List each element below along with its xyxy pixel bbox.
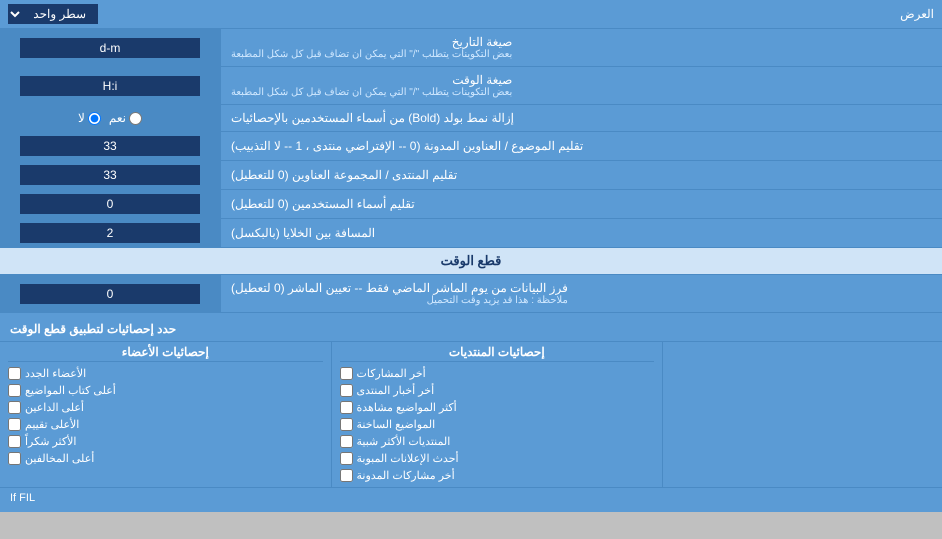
realtime-title: فرز البيانات من يوم الماشر الماضي فقط --… — [231, 281, 568, 295]
display-select[interactable]: سطر واحد سطرين ثلاثة أسطر — [8, 4, 98, 24]
date-format-input-wrapper[interactable]: d-m — [0, 29, 220, 66]
trim-usernames-input-wrapper[interactable]: 0 — [0, 190, 220, 218]
realtime-label: فرز البيانات من يوم الماشر الماضي فقط --… — [220, 275, 942, 312]
middle-col-header: إحصائيات المنتديات — [340, 345, 655, 362]
cb-classified-ads-input[interactable] — [340, 452, 353, 465]
realtime-row: فرز البيانات من يوم الماشر الماضي فقط --… — [0, 275, 942, 313]
realtime-note: ملاحظة : هذا قد يزيد وقت التحميل — [231, 295, 568, 306]
section-label: العرض — [900, 7, 934, 21]
trim-subject-input-wrapper[interactable]: 33 — [0, 132, 220, 160]
cb-blog-posts-label: أخر مشاركات المدونة — [357, 469, 455, 482]
cb-top-rated-label: الأعلى تقييم — [25, 418, 79, 431]
cb-most-thanked-label: الأكثر شكراً — [25, 435, 76, 448]
checkboxes-area: حدد إحصائيات لتطبيق قطع الوقت إحصائيات ا… — [0, 313, 942, 512]
realtime-input-wrapper[interactable]: 0 — [0, 275, 220, 312]
realtime-input[interactable]: 0 — [20, 284, 200, 304]
checkboxes-col-right — [662, 342, 942, 487]
trim-usernames-label: تقليم أسماء المستخدمين (0 للتعطيل) — [220, 190, 942, 218]
time-format-label: صيغة الوقت بعض التكوينات يتطلب "/" التي … — [220, 67, 942, 104]
date-format-label: صيغة التاريخ بعض التكوينات يتطلب "/" الت… — [220, 29, 942, 66]
cb-similar-forums[interactable]: المنتديات الأكثر شبية — [340, 433, 655, 450]
cb-top-inviters[interactable]: أعلى الداعين — [8, 399, 323, 416]
time-format-title: صيغة الوقت — [231, 73, 512, 87]
trim-forum-input[interactable]: 33 — [20, 165, 200, 185]
cb-top-inviters-input[interactable] — [8, 401, 21, 414]
date-format-input[interactable]: d-m — [20, 38, 200, 58]
checkboxes-col-left: إحصائيات الأعضاء الأعضاء الجدد أعلى كتاب… — [0, 342, 331, 487]
cb-classified-ads[interactable]: أحدث الإعلانات المبوبة — [340, 450, 655, 467]
cb-hot-topics-input[interactable] — [340, 418, 353, 431]
cb-top-rated[interactable]: الأعلى تقييم — [8, 416, 323, 433]
cb-last-news-label: أخر أخبار المنتدى — [357, 384, 435, 397]
cb-last-posts-label: أخر المشاركات — [357, 367, 426, 380]
trim-forum-label: تقليم المنتدى / المجموعة العناوين (0 للت… — [220, 161, 942, 189]
cb-most-viewed-label: أكثر المواضيع مشاهدة — [357, 401, 457, 414]
date-format-hint: بعض التكوينات يتطلب "/" التي يمكن ان تضا… — [231, 49, 512, 60]
cb-similar-forums-label: المنتديات الأكثر شبية — [357, 435, 451, 448]
cb-top-violators-input[interactable] — [8, 452, 21, 465]
cb-top-posters[interactable]: أعلى كتاب المواضيع — [8, 382, 323, 399]
checkboxes-row: إحصائيات المنتديات أخر المشاركات أخر أخب… — [0, 342, 942, 488]
cell-spacing-input-wrapper[interactable]: 2 — [0, 219, 220, 247]
realtime-section-header: قطع الوقت — [0, 248, 942, 275]
cell-spacing-input[interactable]: 2 — [20, 223, 200, 243]
checkboxes-col-middle: إحصائيات المنتديات أخر المشاركات أخر أخب… — [331, 342, 663, 487]
time-format-row: صيغة الوقت بعض التكوينات يتطلب "/" التي … — [0, 67, 942, 105]
bold-radio-wrapper[interactable]: نعم لا — [0, 105, 220, 131]
cb-hot-topics-label: المواضيع الساخنة — [357, 418, 436, 431]
cb-blog-posts-input[interactable] — [340, 469, 353, 482]
left-col-header: إحصائيات الأعضاء — [8, 345, 323, 362]
cb-top-violators-label: أعلى المخالفين — [25, 452, 94, 465]
trim-forum-row: تقليم المنتدى / المجموعة العناوين (0 للت… — [0, 161, 942, 190]
cb-most-viewed-input[interactable] — [340, 401, 353, 414]
time-format-input[interactable]: H:i — [20, 76, 200, 96]
trim-forum-input-wrapper[interactable]: 33 — [0, 161, 220, 189]
cb-last-news-input[interactable] — [340, 384, 353, 397]
cell-spacing-row: المسافة بين الخلايا (بالبكسل) 2 — [0, 219, 942, 248]
trim-usernames-row: تقليم أسماء المستخدمين (0 للتعطيل) 0 — [0, 190, 942, 219]
cb-top-posters-label: أعلى كتاب المواضيع — [25, 384, 116, 397]
cb-top-violators[interactable]: أعلى المخالفين — [8, 450, 323, 467]
cb-new-members-label: الأعضاء الجدد — [25, 367, 86, 380]
time-format-input-wrapper[interactable]: H:i — [0, 67, 220, 104]
trim-usernames-input[interactable]: 0 — [20, 194, 200, 214]
cb-most-thanked[interactable]: الأكثر شكراً — [8, 433, 323, 450]
bold-label: إزالة نمط بولد (Bold) من أسماء المستخدمي… — [220, 105, 942, 131]
trim-subject-row: تقليم الموضوع / العناوين المدونة (0 -- ا… — [0, 132, 942, 161]
top-row: العرض سطر واحد سطرين ثلاثة أسطر — [0, 0, 942, 29]
cb-last-news[interactable]: أخر أخبار المنتدى — [340, 382, 655, 399]
display-select-wrapper[interactable]: سطر واحد سطرين ثلاثة أسطر — [8, 4, 98, 24]
apply-label: حدد إحصائيات لتطبيق قطع الوقت — [10, 322, 176, 336]
date-format-title: صيغة التاريخ — [231, 35, 512, 49]
radio-yes-label[interactable]: نعم — [109, 111, 142, 125]
radio-no-label[interactable]: لا — [78, 111, 101, 125]
cb-last-posts-input[interactable] — [340, 367, 353, 380]
radio-no[interactable] — [88, 112, 101, 125]
cb-new-members[interactable]: الأعضاء الجدد — [8, 365, 323, 382]
cb-new-members-input[interactable] — [8, 367, 21, 380]
date-format-row: صيغة التاريخ بعض التكوينات يتطلب "/" الت… — [0, 29, 942, 67]
cb-top-inviters-label: أعلى الداعين — [25, 401, 84, 414]
trim-subject-input[interactable]: 33 — [20, 136, 200, 156]
cb-blog-posts[interactable]: أخر مشاركات المدونة — [340, 467, 655, 484]
cb-most-viewed[interactable]: أكثر المواضيع مشاهدة — [340, 399, 655, 416]
cell-spacing-label: المسافة بين الخلايا (بالبكسل) — [220, 219, 942, 247]
cb-similar-forums-input[interactable] — [340, 435, 353, 448]
bottom-text: If FIL — [10, 492, 35, 504]
cb-top-posters-input[interactable] — [8, 384, 21, 397]
radio-yes[interactable] — [129, 112, 142, 125]
trim-subject-label: تقليم الموضوع / العناوين المدونة (0 -- ا… — [220, 132, 942, 160]
cb-top-rated-input[interactable] — [8, 418, 21, 431]
time-format-hint: بعض التكوينات يتطلب "/" التي يمكن ان تضا… — [231, 87, 512, 98]
bottom-text-row: If FIL — [0, 488, 942, 508]
bold-radio-row: إزالة نمط بولد (Bold) من أسماء المستخدمي… — [0, 105, 942, 132]
cb-hot-topics[interactable]: المواضيع الساخنة — [340, 416, 655, 433]
cb-last-posts[interactable]: أخر المشاركات — [340, 365, 655, 382]
cb-classified-ads-label: أحدث الإعلانات المبوبة — [357, 452, 459, 465]
cb-most-thanked-input[interactable] — [8, 435, 21, 448]
